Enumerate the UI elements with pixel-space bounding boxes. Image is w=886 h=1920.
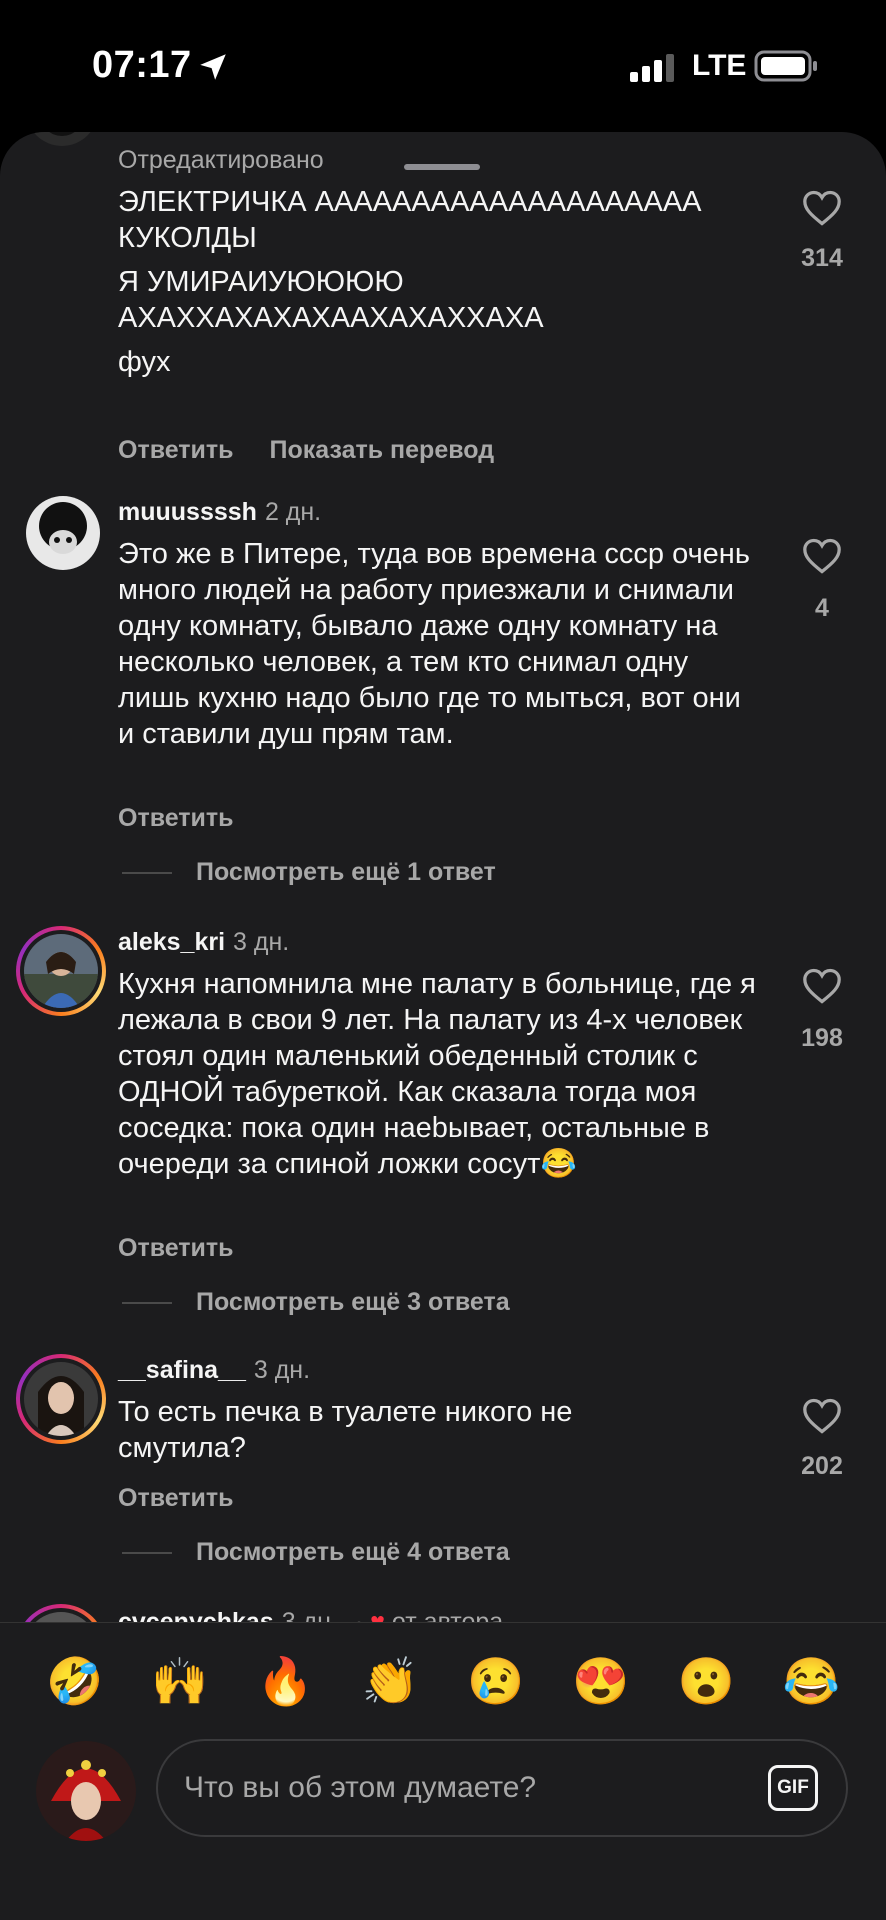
- replies-divider-line: [122, 1552, 172, 1555]
- comment-paragraph: Я УМИРАИУЮЮЮЮ АХАХХАХАХАХААХАХАХХАХА: [118, 266, 544, 334]
- comment-text: То есть печка в туалете никого не смутил…: [118, 1396, 573, 1464]
- view-more-replies[interactable]: Посмотреть ещё 4 ответа: [122, 1538, 510, 1567]
- heart-outline-icon[interactable]: [802, 1398, 842, 1434]
- comment-username[interactable]: muuussssh 2 дн.: [118, 498, 321, 527]
- comments-list[interactable]: Отредактировано ЭЛЕКТРИЧКА ААААААААААААА…: [0, 132, 886, 1622]
- view-more-replies[interactable]: Посмотреть ещё 1 ответ: [122, 858, 496, 887]
- comment-text: Это же в Питере, туда вов времена ссср о…: [118, 538, 750, 750]
- view-more-replies-label[interactable]: Посмотреть ещё 3 ответа: [196, 1288, 510, 1316]
- view-more-replies-label[interactable]: Посмотреть ещё 4 ответа: [196, 1538, 510, 1566]
- comment-actions: Ответить: [118, 1234, 234, 1263]
- story-ring-avatar[interactable]: [16, 1354, 106, 1444]
- reply-button[interactable]: Ответить: [118, 1234, 234, 1262]
- comment-composer-footer: 🤣 🙌 🔥 👏 😢 😍 😮 😂 GIF: [0, 1622, 886, 1920]
- author-like-badge: · ♥ от автора: [355, 1608, 503, 1622]
- show-translation-button[interactable]: Показать перевод: [270, 436, 495, 464]
- view-more-replies[interactable]: Посмотреть ещё 3 ответа: [122, 1288, 510, 1317]
- comments-sheet: Отредактировано ЭЛЕКТРИЧКА ААААААААААААА…: [0, 132, 886, 1920]
- reaction-rofl[interactable]: 🤣: [35, 1641, 115, 1721]
- reply-button[interactable]: Ответить: [118, 804, 234, 832]
- comment-paragraph: фух: [118, 346, 171, 378]
- avatar[interactable]: [26, 496, 100, 570]
- avatar: [24, 1612, 98, 1622]
- comment-username[interactable]: cvcenychkas 3 дн. · ♥ от автора: [118, 1608, 503, 1622]
- reaction-joy[interactable]: 😂: [771, 1641, 851, 1721]
- view-more-replies-label[interactable]: Посмотреть ещё 1 ответ: [196, 858, 496, 886]
- username-text[interactable]: aleks_kri: [118, 928, 225, 956]
- comment-paragraph: ЭЛЕКТРИЧКА АААААААААААААААААААА КУКОЛДЫ: [118, 186, 702, 254]
- reaction-clap[interactable]: 👏: [350, 1641, 430, 1721]
- reaction-fire[interactable]: 🔥: [245, 1641, 325, 1721]
- reaction-raised-hands[interactable]: 🙌: [140, 1641, 220, 1721]
- username-text[interactable]: cvcenychkas: [118, 1608, 274, 1622]
- reaction-surprised[interactable]: 😮: [666, 1641, 746, 1721]
- username-text[interactable]: __safina__: [118, 1356, 246, 1384]
- comment-actions: Ответить: [118, 1484, 234, 1513]
- username-text[interactable]: muuussssh: [118, 498, 257, 526]
- comment-actions: Ответить Показать перевод: [118, 436, 494, 465]
- avatar: [24, 1362, 98, 1436]
- comment-input[interactable]: [184, 1741, 744, 1835]
- comment-text: Кухня напомнила мне палату в больнице, г…: [118, 968, 756, 1180]
- story-ring-avatar[interactable]: [16, 926, 106, 1016]
- comment-input-box[interactable]: GIF: [156, 1739, 848, 1837]
- comment-time: 2 дн.: [264, 498, 322, 526]
- battery-icon: [754, 50, 817, 82]
- replies-divider-line: [122, 872, 172, 875]
- author-like-label: от автора: [391, 1608, 504, 1622]
- network-type: LTE: [692, 49, 747, 82]
- story-ring-avatar[interactable]: [16, 1604, 106, 1622]
- comment-username[interactable]: aleks_kri 3 дн.: [118, 928, 289, 957]
- avatar[interactable]: [26, 132, 98, 146]
- avatar: [24, 934, 98, 1008]
- heart-outline-icon[interactable]: [802, 538, 842, 574]
- comment-username[interactable]: __safina__ 3 дн.: [118, 1356, 310, 1385]
- quick-reactions-row: 🤣 🙌 🔥 👏 😢 😍 😮 😂: [0, 1641, 886, 1721]
- comment-time: 3 дн.: [233, 928, 290, 956]
- cellular-signal-icon: [630, 54, 674, 82]
- like-count: 4: [815, 594, 829, 622]
- replies-divider-line: [122, 1302, 172, 1305]
- status-time: 07:17: [92, 44, 192, 86]
- edited-label: Отредактировано: [118, 146, 324, 174]
- comment-time: 3 дн.: [281, 1608, 338, 1622]
- location-arrow-icon: [200, 54, 226, 80]
- comment-time: 3 дн.: [253, 1356, 311, 1384]
- gif-button[interactable]: GIF: [768, 1765, 818, 1811]
- like-count: 202: [801, 1452, 843, 1480]
- reply-button[interactable]: Ответить: [118, 1484, 234, 1512]
- red-heart-icon: ♥: [370, 1608, 385, 1622]
- heart-outline-icon[interactable]: [802, 190, 842, 226]
- status-bar: 07:17 LTE: [0, 0, 886, 130]
- heart-outline-icon[interactable]: [802, 968, 842, 1004]
- current-user-avatar: [36, 1741, 136, 1841]
- reaction-heart-eyes[interactable]: 😍: [561, 1641, 641, 1721]
- like-count: 198: [801, 1024, 843, 1052]
- comment-actions: Ответить: [118, 804, 234, 833]
- like-count: 314: [801, 244, 843, 272]
- reply-button[interactable]: Ответить: [118, 436, 234, 464]
- reaction-crying[interactable]: 😢: [456, 1641, 536, 1721]
